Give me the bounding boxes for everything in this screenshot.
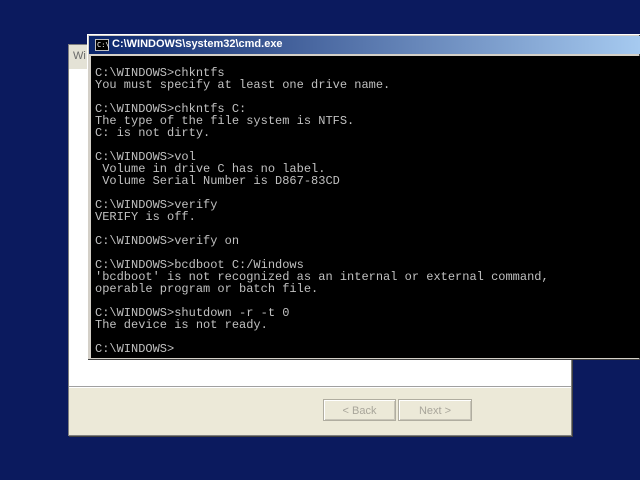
console-line: C:\WINDOWS> [95, 342, 175, 356]
next-button[interactable]: Next > [398, 399, 472, 421]
console-line: C: is not dirty. [95, 126, 211, 140]
cmd-console[interactable]: C:\WINDOWS>chkntfs You must specify at le… [91, 56, 640, 358]
console-line: C:\WINDOWS>verify on [95, 234, 240, 248]
console-line: VERIFY is off. [95, 210, 196, 224]
cmd-output: C:\WINDOWS>chkntfs You must specify at le… [95, 67, 549, 355]
console-line: You must specify at least one drive name… [95, 78, 391, 92]
console-line: operable program or batch file. [95, 282, 319, 296]
console-line: The device is not ready. [95, 318, 268, 332]
cmd-titlebar[interactable]: C:\ C:\WINDOWS\system32\cmd.exe [89, 36, 640, 54]
cmd-window-icon[interactable]: C:\ [95, 39, 110, 51]
setup-wizard-side-panel [69, 69, 88, 131]
back-button[interactable]: < Back [323, 399, 396, 421]
cmd-window[interactable]: C:\ C:\WINDOWS\system32\cmd.exe C:\WINDO… [87, 34, 640, 360]
cmd-window-title: C:\WINDOWS\system32\cmd.exe [112, 38, 283, 50]
setup-wizard-footer [69, 388, 571, 435]
console-line: Volume Serial Number is D867-83CD [95, 174, 340, 188]
